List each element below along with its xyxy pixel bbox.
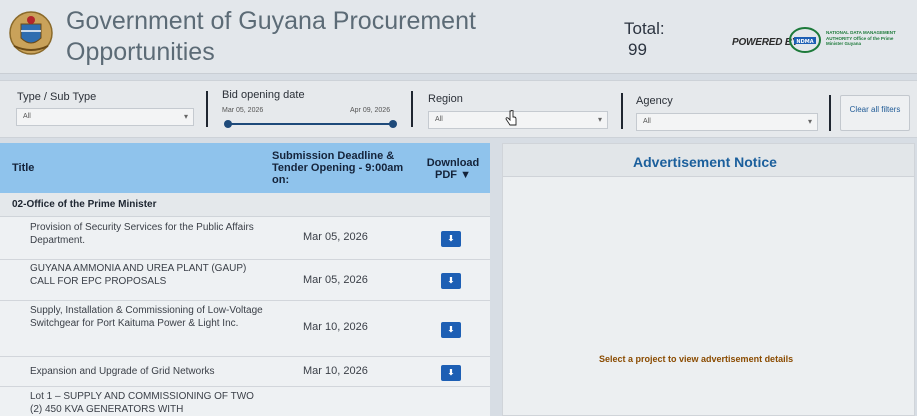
coat-of-arms-icon <box>9 11 53 55</box>
tender-date: Mar 10, 2026 <box>303 321 368 333</box>
download-pdf-button[interactable]: ⬇ <box>441 273 461 289</box>
col-title-header: Title <box>12 162 35 174</box>
date-range-track[interactable] <box>228 123 394 125</box>
table-row[interactable]: Supply, Installation & Commissioning of … <box>0 301 490 357</box>
advertisement-header: Advertisement Notice <box>503 144 914 177</box>
date-range-end-handle[interactable] <box>389 120 397 128</box>
region-filter-value: All <box>435 116 443 123</box>
filter-divider <box>411 91 413 127</box>
agency-group-label: 02-Office of the Prime Minister <box>12 199 157 210</box>
table-row[interactable]: Provision of Security Services for the P… <box>0 217 490 260</box>
type-filter-select[interactable]: All ▾ <box>16 108 194 126</box>
table-row[interactable]: GUYANA AMMONIA AND UREA PLANT (GAUP) CAL… <box>0 260 490 301</box>
bid-end-date: Apr 09, 2026 <box>350 107 391 114</box>
download-pdf-button[interactable]: ⬇ <box>441 231 461 247</box>
tender-title: Expansion and Upgrade of Grid Networks <box>30 366 215 377</box>
nmda-logo-text: NDMA <box>796 39 813 45</box>
type-filter-value: All <box>23 113 31 120</box>
page-title: Government of Guyana Procurement Opportu… <box>66 7 476 66</box>
tender-date: Mar 05, 2026 <box>303 274 368 286</box>
tender-title: Supply, Installation & Commissioning of … <box>30 305 263 329</box>
bid-date-label: Bid opening date <box>222 89 305 101</box>
tender-title: GUYANA AMMONIA AND UREA PLANT (GAUP) CAL… <box>30 263 247 287</box>
app-header: Government of Guyana Procurement Opportu… <box>0 0 917 74</box>
tender-title: Lot 1 – SUPPLY AND COMMISSIONING OF TWO … <box>30 391 254 415</box>
tender-table: Title Submission Deadline & Tender Openi… <box>0 143 490 416</box>
advertisement-empty-message: Select a project to view advertisement d… <box>599 354 794 364</box>
advertisement-panel: Advertisement Notice Select a project to… <box>502 143 915 416</box>
agency-filter-select[interactable]: All ▾ <box>636 113 818 131</box>
filter-divider <box>829 95 831 131</box>
mouse-pointer-icon <box>505 110 517 126</box>
clear-filters-button[interactable]: Clear all filters <box>840 95 910 131</box>
tender-date: Mar 05, 2026 <box>303 231 368 243</box>
chevron-down-icon: ▾ <box>183 112 188 121</box>
download-pdf-button[interactable]: ⬇ <box>441 365 461 381</box>
chevron-down-icon: ▾ <box>597 115 602 124</box>
filter-bar: Type / Sub Type All ▾ Bid opening date M… <box>0 80 917 138</box>
type-filter-label: Type / Sub Type <box>17 91 97 103</box>
filter-divider <box>621 93 623 129</box>
region-filter-label: Region <box>428 93 463 105</box>
tender-title: Provision of Security Services for the P… <box>30 222 254 246</box>
bid-start-date: Mar 05, 2026 <box>222 107 264 114</box>
date-range-start-handle[interactable] <box>224 120 232 128</box>
agency-filter-value: All <box>643 118 651 125</box>
nmda-name: NATIONAL DATA MANAGEMENT AUTHORITY Offic… <box>826 30 896 46</box>
download-pdf-sort-header[interactable]: Download PDF ▼ <box>422 157 484 181</box>
nmda-logo-icon: NDMA <box>789 27 821 53</box>
agency-group-row[interactable]: 02-Office of the Prime Minister <box>0 193 490 217</box>
total-label: Total: <box>624 19 665 38</box>
table-row[interactable]: Expansion and Upgrade of Grid Networks M… <box>0 357 490 387</box>
filter-divider <box>206 91 208 127</box>
download-pdf-button[interactable]: ⬇ <box>441 322 461 338</box>
chevron-down-icon: ▾ <box>807 117 812 126</box>
tender-date: Mar 10, 2026 <box>303 365 368 377</box>
col-deadline-header: Submission Deadline & Tender Opening - 9… <box>272 150 404 186</box>
total-count: 99 <box>628 40 647 59</box>
table-header: Title Submission Deadline & Tender Openi… <box>0 143 490 193</box>
advertisement-title: Advertisement Notice <box>633 154 777 170</box>
agency-filter-label: Agency <box>636 95 673 107</box>
table-row[interactable]: Lot 1 – SUPPLY AND COMMISSIONING OF TWO … <box>0 387 490 416</box>
